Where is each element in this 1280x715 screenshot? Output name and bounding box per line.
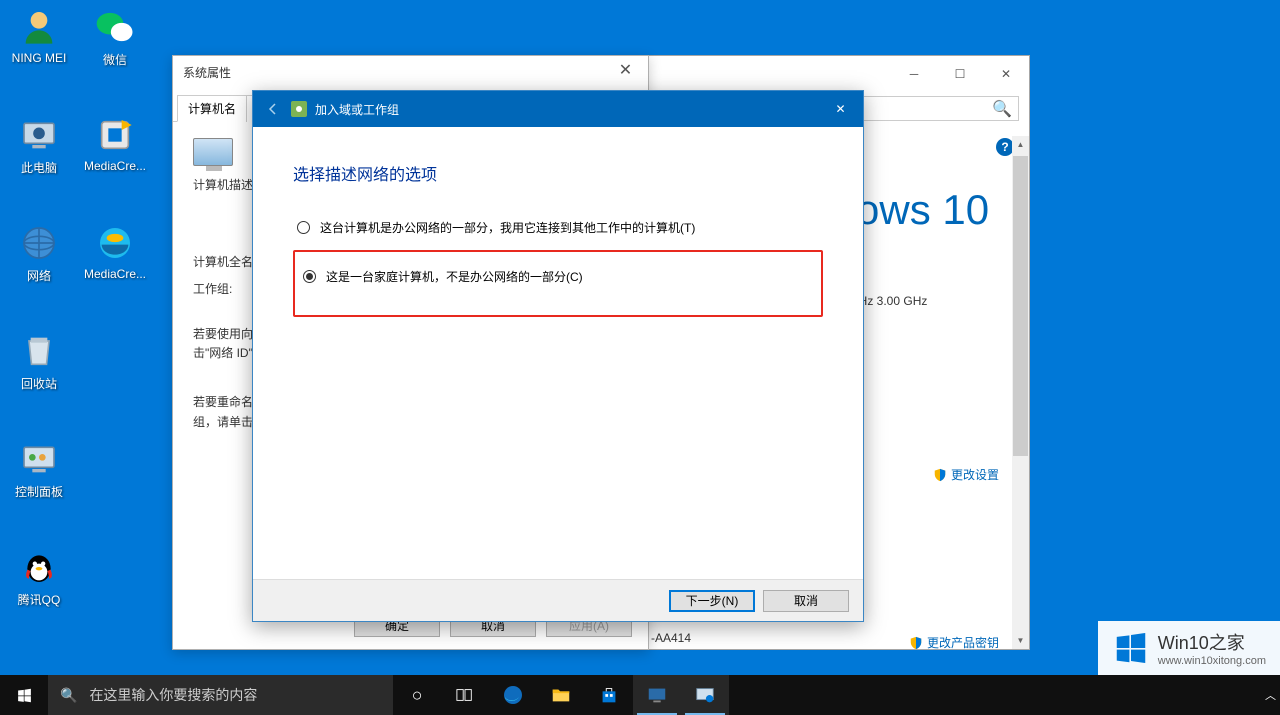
wizard-icon: [291, 101, 307, 117]
start-button[interactable]: [0, 675, 48, 715]
shield-icon: [933, 468, 947, 482]
watermark-title: Win10之家: [1158, 629, 1266, 655]
desktop-icon-user[interactable]: NING MEI: [2, 6, 76, 65]
search-icon: 🔍: [60, 687, 77, 704]
back-icon[interactable]: [261, 97, 285, 121]
qq-icon: [18, 546, 60, 588]
media-tool-icon: [94, 114, 136, 156]
desktop-icon-wechat[interactable]: 微信: [78, 6, 152, 68]
radio-icon: [297, 221, 310, 234]
watermark: Win10之家 www.win10xitong.com: [1098, 621, 1280, 675]
system-info-titlebar[interactable]: ─ ☐ ✕: [646, 56, 1029, 91]
change-product-key-link[interactable]: 更改产品密钥: [909, 634, 999, 651]
taskbar-store[interactable]: [585, 675, 633, 715]
desktop-icon-qq[interactable]: 腾讯QQ: [2, 546, 76, 608]
ie-icon: [94, 222, 136, 264]
highlight-annotation: 这是一台家庭计算机，不是办公网络的一部分(C): [293, 250, 823, 317]
change-settings-link[interactable]: 更改设置: [933, 466, 999, 483]
taskbar-explorer[interactable]: [537, 675, 585, 715]
tray-chevron-up-icon[interactable]: ︿: [1265, 687, 1276, 703]
cancel-button[interactable]: 取消: [763, 590, 849, 612]
wizard-titlebar[interactable]: 加入域或工作组 ✕: [253, 91, 863, 127]
dialog-title[interactable]: 系统属性: [173, 56, 648, 88]
close-button[interactable]: ✕: [983, 59, 1029, 89]
cpu-info: iHz 3.00 GHz: [856, 294, 1009, 308]
person-icon: [18, 6, 60, 48]
wizard-footer: 下一步(N) 取消: [253, 579, 863, 621]
taskbar-system-properties[interactable]: [681, 675, 729, 715]
windows-icon: [1112, 629, 1150, 667]
next-button[interactable]: 下一步(N): [669, 590, 755, 612]
scroll-up-icon[interactable]: ▲: [1012, 136, 1029, 153]
taskbar-control-panel[interactable]: [633, 675, 681, 715]
computer-icon: [18, 114, 60, 156]
desktop-icon-controlpanel[interactable]: 控制面板: [2, 438, 76, 500]
radio-icon: [303, 270, 316, 283]
taskbar-edge[interactable]: [489, 675, 537, 715]
scroll-down-icon[interactable]: ▼: [1012, 632, 1029, 649]
join-domain-wizard: 加入域或工作组 ✕ 选择描述网络的选项 这台计算机是办公网络的一部分，我用它连接…: [252, 90, 864, 622]
desktop-icon-network[interactable]: 网络: [2, 222, 76, 284]
network-icon: [18, 222, 60, 264]
desktop-icon-thispc[interactable]: 此电脑: [2, 114, 76, 176]
windows-icon: [16, 687, 33, 704]
minimize-button[interactable]: ─: [891, 59, 937, 89]
recycle-bin-icon: [18, 330, 60, 372]
control-panel-icon: [18, 438, 60, 480]
tab-computer-name[interactable]: 计算机名: [177, 95, 247, 122]
maximize-button[interactable]: ☐: [937, 59, 983, 89]
taskbar: 🔍 在这里输入你要搜索的内容 ○ ︿: [0, 675, 1280, 715]
option-office-network[interactable]: 这台计算机是办公网络的一部分，我用它连接到其他工作中的计算机(T): [293, 213, 823, 242]
search-icon: 🔍: [992, 99, 1012, 119]
scrollbar-thumb[interactable]: [1013, 156, 1028, 456]
product-id-tail: -AA414: [651, 631, 691, 645]
close-button[interactable]: ✕: [818, 91, 863, 127]
vertical-scrollbar[interactable]: ▲ ▼: [1012, 136, 1029, 649]
system-tray[interactable]: ︿: [1261, 675, 1280, 715]
close-button[interactable]: ✕: [603, 56, 648, 84]
desktop-icon-mediacre1[interactable]: MediaCre...: [78, 114, 152, 173]
wizard-title: 加入域或工作组: [315, 101, 399, 118]
wizard-heading: 选择描述网络的选项: [293, 161, 823, 185]
shield-icon: [909, 636, 923, 650]
watermark-url: www.win10xitong.com: [1158, 655, 1266, 667]
task-view-button[interactable]: [441, 675, 489, 715]
windows-10-logo-text: ows 10: [856, 186, 1009, 234]
desktop-icon-recycle[interactable]: 回收站: [2, 330, 76, 392]
wechat-icon: [94, 6, 136, 48]
taskbar-search[interactable]: 🔍 在这里输入你要搜索的内容: [48, 675, 393, 715]
option-home-computer[interactable]: 这是一台家庭计算机，不是办公网络的一部分(C): [299, 262, 817, 291]
computer-icon: [193, 138, 233, 166]
search-placeholder: 在这里输入你要搜索的内容: [89, 685, 257, 705]
desktop-icon-mediacre2[interactable]: MediaCre...: [78, 222, 152, 281]
cortana-button[interactable]: ○: [393, 675, 441, 715]
